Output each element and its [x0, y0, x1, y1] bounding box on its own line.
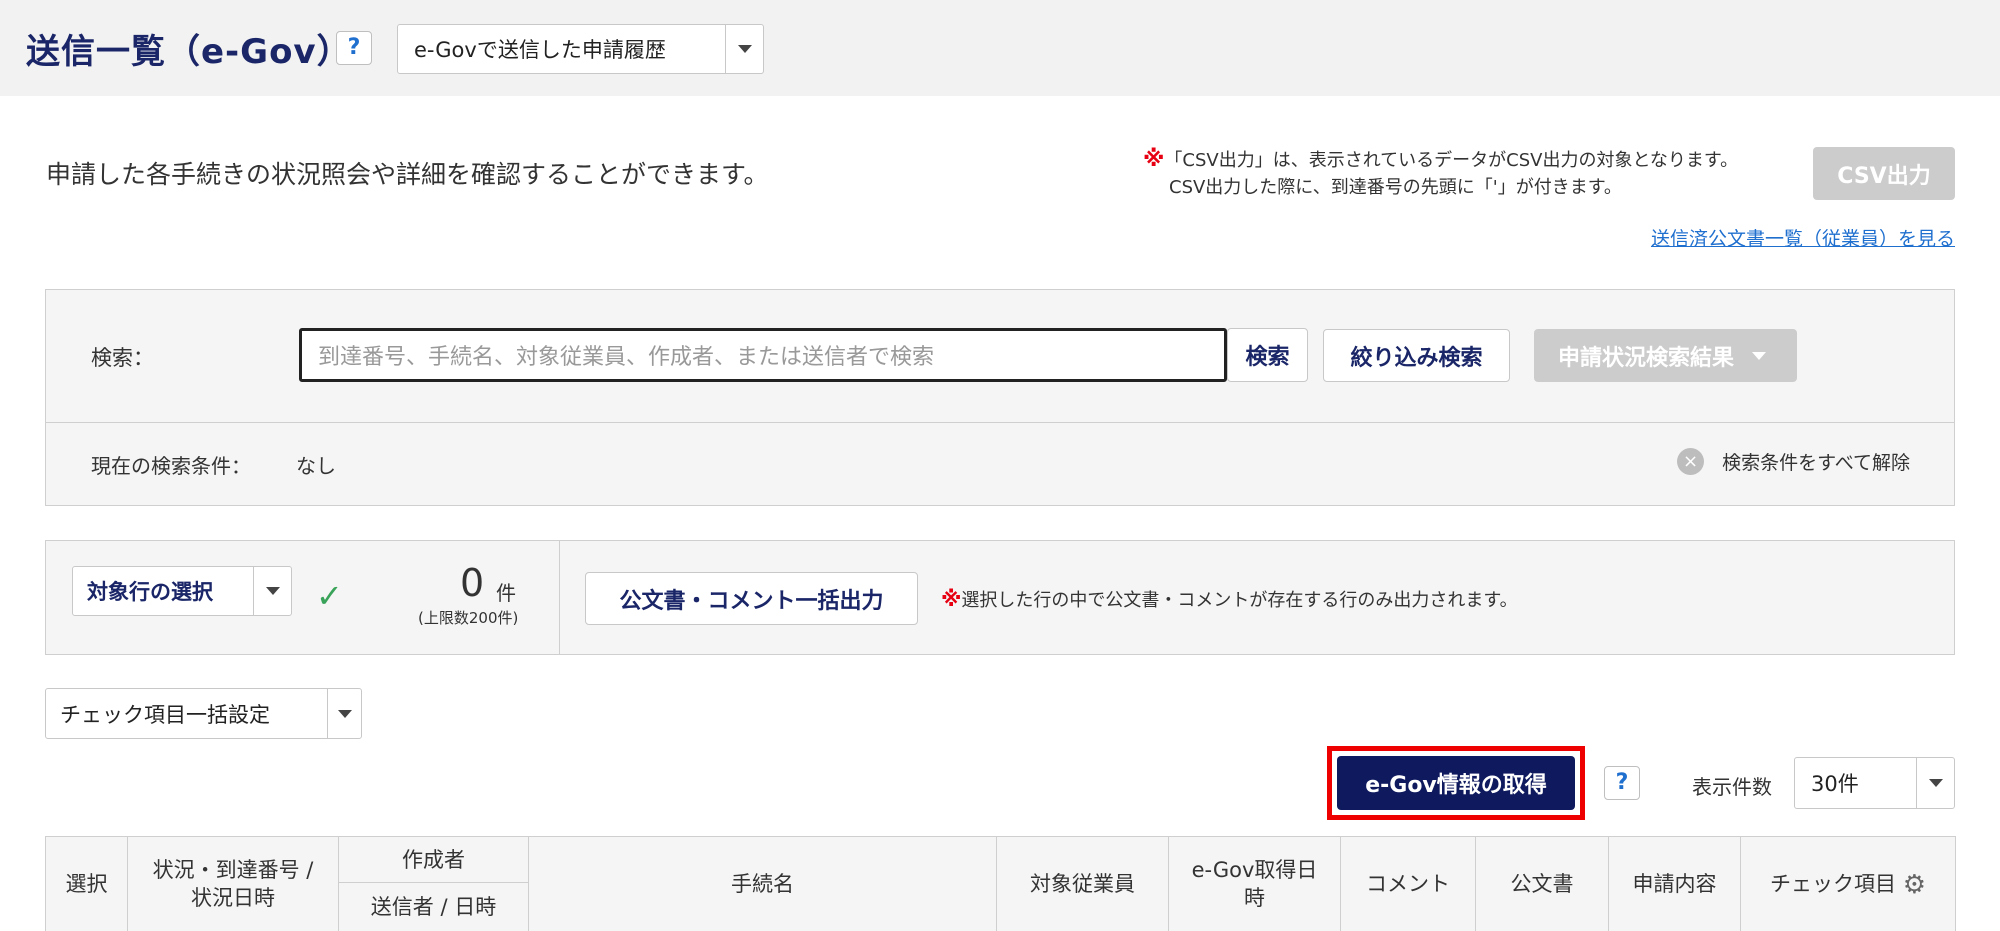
help-icon[interactable]: ?	[1604, 766, 1640, 800]
bulk-export-note: ※選択した行の中で公文書・コメントが存在する行のみ出力されます。	[941, 586, 1518, 612]
selected-count-unit: 件	[496, 581, 516, 605]
column-header-check-items: チェック項目 ⚙	[1740, 836, 1956, 931]
column-header-status: 状況・到達番号 / 状況日時	[127, 836, 339, 931]
clear-conditions[interactable]: × 検索条件をすべて解除	[1677, 448, 1910, 475]
bulk-export-button[interactable]: 公文書・コメント一括出力	[585, 572, 918, 625]
selected-count-limit: (上限数200件)	[418, 609, 519, 627]
selected-count: 0	[460, 561, 485, 605]
fetch-egov-button[interactable]: e-Gov情報の取得	[1337, 756, 1575, 810]
status-results-label: 申請状況検索結果	[1558, 345, 1735, 371]
check-settings-label: チェック項目一括設定	[60, 702, 270, 727]
help-icon[interactable]: ?	[336, 31, 372, 65]
bulk-export-note-text: 選択した行の中で公文書・コメントが存在する行のみ出力されます。	[961, 590, 1518, 611]
bulk-action-panel: 対象行の選択 ✓ 0 件 (上限数200件) 公文書・コメント一括出力 ※選択し…	[45, 540, 1955, 655]
clear-conditions-label[interactable]: 検索条件をすべて解除	[1722, 448, 1910, 475]
gear-icon[interactable]: ⚙	[1903, 870, 1926, 900]
csv-note-line1: 「CSV出力」は、表示されているデータがCSV出力の対象となります。	[1164, 150, 1739, 171]
chevron-down-icon[interactable]	[253, 567, 291, 615]
search-input[interactable]: 到達番号、手続名、対象従業員、作成者、または送信者で検索	[299, 328, 1227, 382]
check-settings-dropdown[interactable]: チェック項目一括設定	[45, 688, 362, 739]
clear-icon[interactable]: ×	[1677, 448, 1705, 475]
divider	[559, 541, 560, 654]
status-results-button[interactable]: 申請状況検索結果	[1534, 329, 1797, 382]
search-condition-value: なし	[296, 454, 336, 478]
column-header-comment: コメント	[1340, 836, 1476, 931]
chevron-down-icon[interactable]	[1916, 758, 1954, 808]
chevron-down-icon[interactable]	[327, 689, 361, 738]
column-header-select: 選択	[45, 836, 128, 931]
filter-search-button[interactable]: 絞り込み検索	[1323, 329, 1510, 382]
column-header-status-line1: 状況・到達番号 /	[152, 858, 314, 882]
issued-docs-link[interactable]: 送信済公文書一覧（従業員）を見る	[1651, 224, 1955, 251]
per-page-label: 表示件数	[1692, 775, 1772, 799]
column-header-egov-date-line2: 時	[1244, 886, 1265, 910]
search-condition-label: 現在の検索条件：	[91, 454, 251, 478]
csv-note-line2: CSV出力した際に、到達番号の先頭に「'」が付きます。	[1169, 177, 1622, 198]
page-title: 送信一覧（e-Gov）	[26, 32, 352, 72]
view-select-value: e-Govで送信した申請履歴	[414, 38, 666, 62]
check-icon: ✓	[316, 577, 343, 615]
page-description: 申請した各手続きの状況照会や詳細を確認することができます。	[46, 160, 769, 189]
chevron-down-icon	[1752, 351, 1767, 360]
column-header-egov-date: e-Gov取得日 時	[1168, 836, 1341, 931]
csv-note: ※「CSV出力」は、表示されているデータがCSV出力の対象となります。 CSV出…	[1143, 146, 1738, 201]
results-table: 選択 状況・到達番号 / 状況日時 作成者 手続名 対象従業員 e-Gov取得日…	[45, 836, 1956, 931]
column-header-employee: 対象従業員	[996, 836, 1169, 931]
column-header-procedure: 手続名	[528, 836, 997, 931]
warning-mark: ※	[1143, 147, 1165, 172]
column-header-sender: 送信者 / 日時	[338, 882, 529, 931]
divider	[46, 422, 1954, 423]
column-header-check-items-label: チェック項目	[1770, 871, 1896, 896]
per-page-value: 30件	[1811, 772, 1859, 796]
column-header-status-line2: 状況日時	[191, 886, 275, 910]
per-page-select[interactable]: 30件	[1794, 757, 1955, 809]
column-header-application: 申請内容	[1608, 836, 1741, 931]
row-select-dropdown[interactable]: 対象行の選択	[72, 566, 292, 616]
search-button[interactable]: 検索	[1227, 328, 1308, 382]
search-label: 検索：	[91, 346, 154, 370]
column-header-creator: 作成者	[338, 836, 529, 883]
search-panel: 検索： 到達番号、手続名、対象従業員、作成者、または送信者で検索 検索 絞り込み…	[45, 289, 1955, 506]
chevron-down-icon[interactable]	[725, 25, 763, 73]
warning-mark: ※	[941, 587, 962, 611]
csv-export-button[interactable]: CSV出力	[1813, 147, 1955, 200]
view-select[interactable]: e-Govで送信した申請履歴	[397, 24, 764, 74]
column-header-egov-date-line1: e-Gov取得日	[1191, 858, 1318, 882]
column-header-official-doc: 公文書	[1475, 836, 1609, 931]
row-select-label: 対象行の選択	[87, 580, 213, 604]
page-header: 送信一覧（e-Gov） ? e-Govで送信した申請履歴	[0, 0, 2000, 96]
